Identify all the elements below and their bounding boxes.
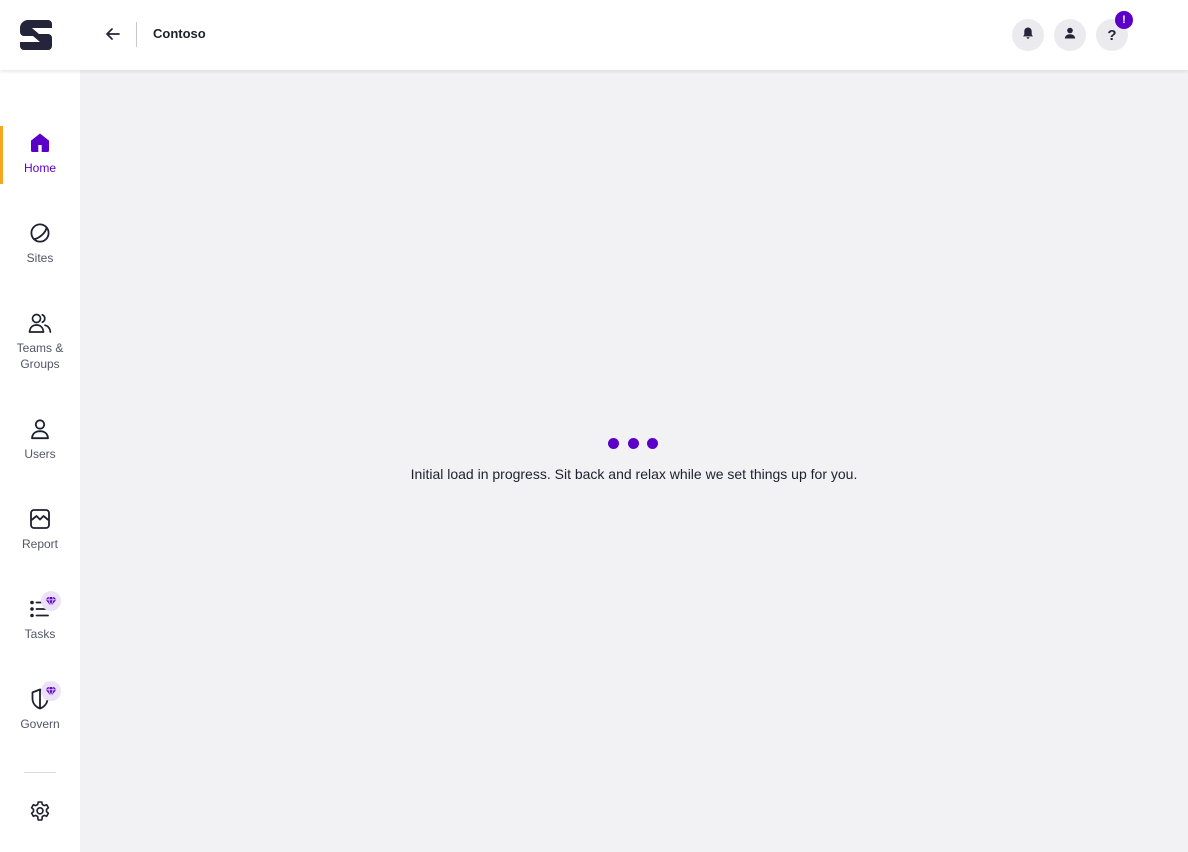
loading-dot <box>608 437 619 449</box>
sidebar-item-home[interactable]: Home <box>0 131 80 176</box>
tenant-name[interactable]: Contoso <box>153 26 206 41</box>
user-icon <box>1063 26 1077 45</box>
gear-icon <box>29 800 51 827</box>
sidebar-item-label: Home <box>23 161 56 175</box>
bell-icon <box>1021 26 1035 45</box>
back-button[interactable] <box>100 23 126 49</box>
settings-button[interactable] <box>28 800 52 827</box>
notifications-button[interactable] <box>1012 19 1044 51</box>
sidebar-item-tasks[interactable]: Tasks <box>0 597 80 642</box>
loading-message: Initial load in progress. Sit back and r… <box>410 466 858 482</box>
people-icon <box>28 311 52 335</box>
sidebar-item-govern[interactable]: Govern <box>0 687 80 732</box>
help-notification-badge: ! <box>1115 11 1133 29</box>
arrow-left-icon <box>106 27 120 45</box>
home-icon <box>28 131 52 155</box>
user-icon <box>28 417 52 441</box>
sidebar-item-sites[interactable]: Sites <box>0 221 80 266</box>
sidebar-item-label: Report <box>21 537 59 551</box>
globe-icon <box>28 221 52 245</box>
top-header: Contoso ? ! <box>0 0 1188 70</box>
sidebar-item-users[interactable]: Users <box>0 417 80 462</box>
header-divider <box>136 22 137 47</box>
loading-spinner <box>608 437 658 449</box>
sidebar-item-report[interactable]: Report <box>0 507 80 552</box>
premium-diamond-icon <box>41 681 61 701</box>
loading-dot <box>627 437 639 449</box>
loading-dot <box>647 437 658 449</box>
sidebar-item-label: Sites <box>26 251 54 265</box>
sidebar-item-label: Teams & Groups <box>16 341 64 371</box>
premium-diamond-icon <box>41 591 61 611</box>
sidebar-item-label: Govern <box>20 717 60 731</box>
brand-logo[interactable] <box>18 18 54 52</box>
sidebar-item-label: Users <box>24 447 56 461</box>
sidebar-item-teams-groups[interactable]: Teams & Groups <box>0 311 80 372</box>
sidebar-divider <box>24 772 56 773</box>
sidebar-item-label: Tasks <box>24 627 56 641</box>
chart-icon <box>28 507 52 531</box>
sidebar: Home Sites Teams & Groups Users Report T… <box>0 70 80 852</box>
main-content: Initial load in progress. Sit back and r… <box>80 70 1188 852</box>
question-icon: ? <box>1107 26 1117 44</box>
profile-button[interactable] <box>1054 19 1086 51</box>
